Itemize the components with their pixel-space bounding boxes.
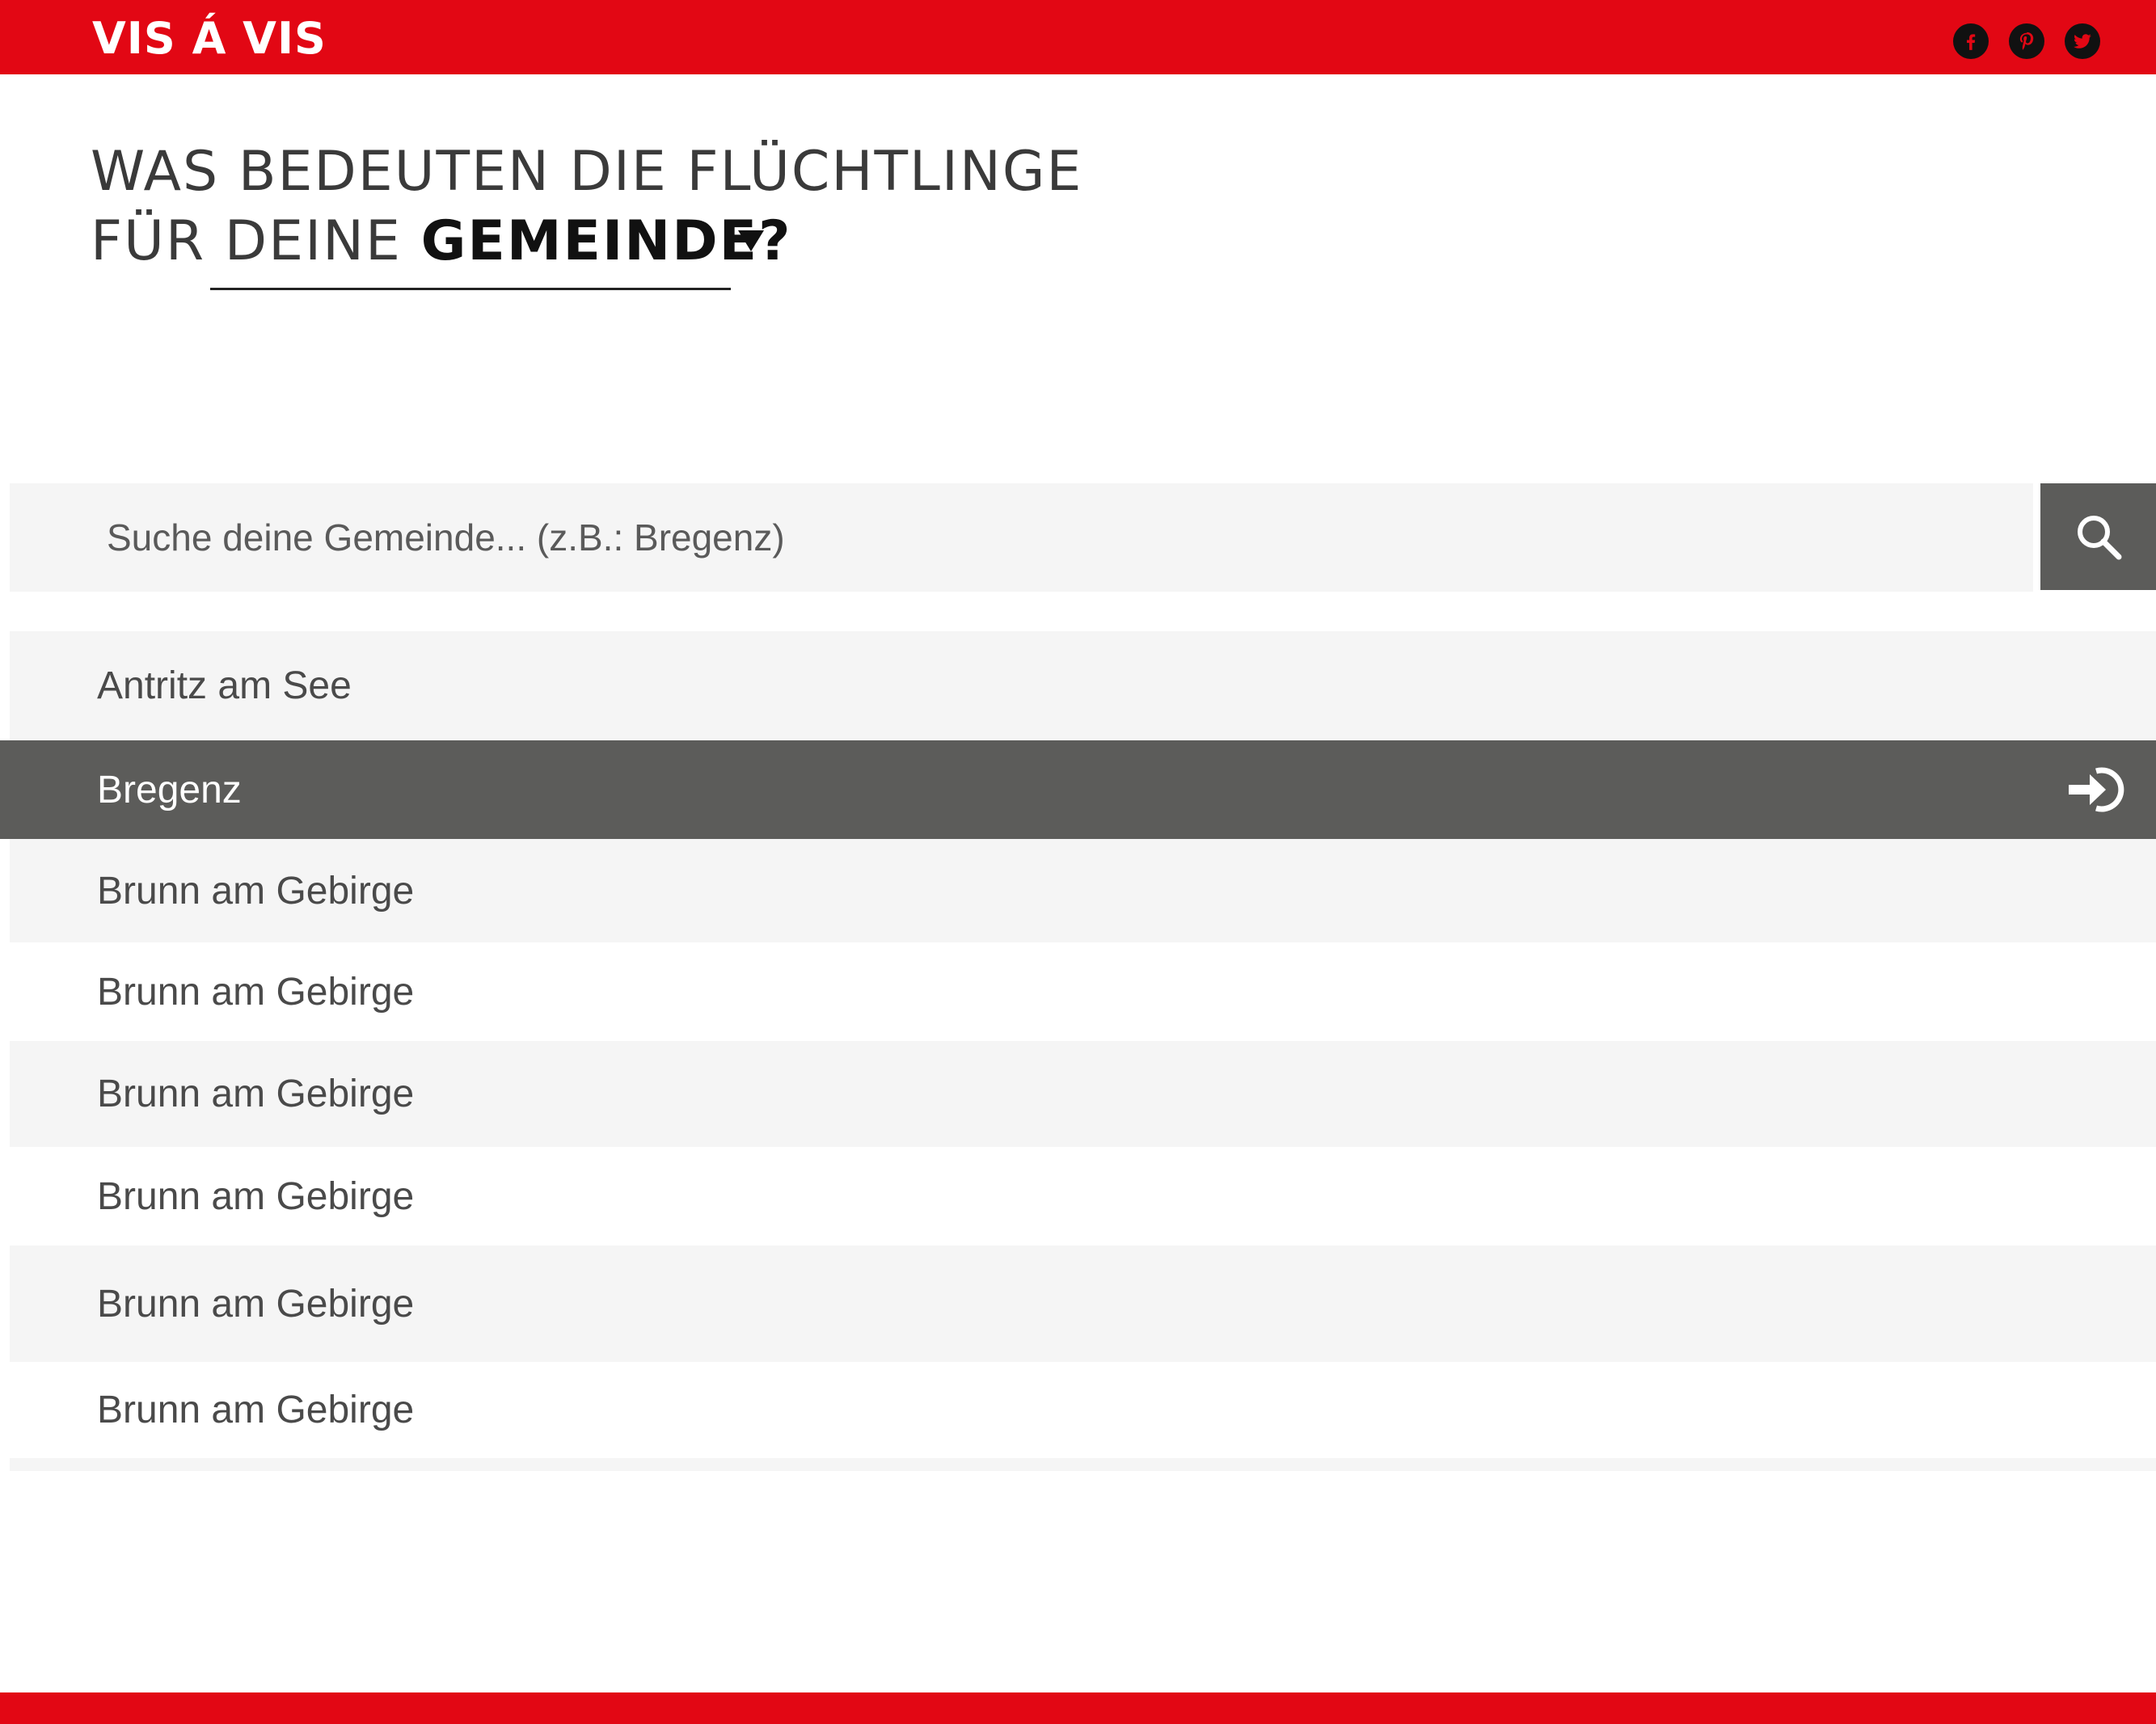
- list-item-label: Antritz am See: [97, 664, 352, 707]
- page-headline: WAS BEDEUTEN DIE FLÜCHTLINGE FÜR DEINE G…: [91, 137, 1083, 276]
- footer-bar: [0, 1692, 2156, 1724]
- pinterest-icon[interactable]: [2009, 23, 2044, 59]
- list-item[interactable]: Brunn am Gebirge: [10, 1362, 2156, 1458]
- search-button[interactable]: [2040, 483, 2156, 590]
- list-item[interactable]: Brunn am Gebirge: [10, 1246, 2156, 1362]
- enter-icon[interactable]: [2065, 765, 2132, 815]
- list-item-label: Brunn am Gebirge: [97, 869, 415, 913]
- select-underline: [210, 288, 731, 290]
- headline-bold[interactable]: GEMEINDE?: [421, 209, 792, 273]
- list-item-label: Brunn am Gebirge: [97, 1282, 415, 1326]
- headline-line-2: FÜR DEINE GEMEINDE?: [91, 207, 1083, 276]
- search-icon: [2077, 516, 2121, 560]
- list-item-label: Brunn am Gebirge: [97, 1389, 415, 1431]
- headline-prefix: FÜR: [91, 209, 206, 273]
- list-item-label: Bregenz: [97, 768, 242, 811]
- dropdown-caret-icon[interactable]: [738, 230, 764, 251]
- facebook-icon[interactable]: [1953, 23, 1989, 59]
- headline-select-label[interactable]: DEINE: [225, 209, 402, 273]
- search-input[interactable]: [10, 483, 2033, 592]
- list-end-divider: [10, 1458, 2156, 1471]
- logo[interactable]: VIS Á VIS: [92, 15, 327, 63]
- list-item-label: Brunn am Gebirge: [97, 1174, 415, 1218]
- list-item-label: Brunn am Gebirge: [97, 1073, 415, 1115]
- headline-line-1: WAS BEDEUTEN DIE FLÜCHTLINGE: [91, 140, 1083, 204]
- list-item[interactable]: Brunn am Gebirge: [10, 839, 2156, 942]
- list-item[interactable]: Antritz am See: [10, 631, 2156, 740]
- list-item[interactable]: Brunn am Gebirge: [10, 1147, 2156, 1246]
- twitter-icon[interactable]: [2065, 23, 2100, 59]
- top-bar: VIS Á VIS: [0, 0, 2156, 74]
- list-item[interactable]: Brunn am Gebirge: [10, 1041, 2156, 1147]
- list-item-label: Brunn am Gebirge: [97, 970, 415, 1014]
- list-item[interactable]: Brunn am Gebirge: [10, 942, 2156, 1041]
- list-item-selected[interactable]: Bregenz: [0, 740, 2156, 839]
